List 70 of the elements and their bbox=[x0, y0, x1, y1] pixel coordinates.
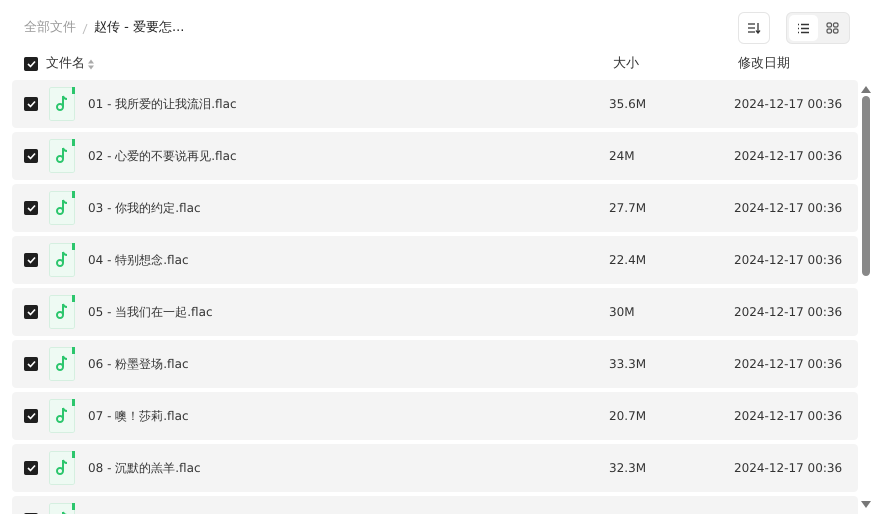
check-icon bbox=[26, 204, 36, 212]
column-header: 修改日期 bbox=[738, 55, 791, 74]
modified-date: 2024-12-17 00:36 bbox=[734, 356, 844, 373]
file-row[interactable]: 08 - 沉默的羔羊.flac 32.3M 2024-12-17 00:36 bbox=[12, 444, 858, 492]
checkbox[interactable] bbox=[24, 149, 38, 163]
modified-date: 2024-12-17 00:36 bbox=[734, 304, 844, 321]
list-view-button[interactable] bbox=[789, 15, 818, 41]
file-name: 02 - 心爱的不要说再见.flac bbox=[88, 148, 238, 165]
check-icon bbox=[26, 60, 36, 68]
audio-file-icon bbox=[49, 243, 75, 277]
checkbox[interactable] bbox=[24, 461, 38, 475]
file-name: 03 - 你我的约定.flac bbox=[88, 200, 202, 217]
file-name: 08 - 沉默的羔羊.flac bbox=[88, 460, 202, 477]
audio-file-icon bbox=[49, 347, 75, 381]
file-size: 35.6M bbox=[609, 96, 648, 113]
file-name: 05 - 当我们在一起.flac bbox=[88, 304, 214, 321]
modified-date: 2024-12-17 00:36 bbox=[734, 252, 844, 269]
file-row[interactable]: 01 - 我所爱的让我流泪.flac 35.6M 2024-12-17 00:36 bbox=[12, 80, 858, 128]
breadcrumb-current: 赵传 - 爱要怎... bbox=[94, 19, 184, 38]
modified-date: 2024-12-17 00:36 bbox=[734, 460, 844, 477]
checkbox[interactable] bbox=[24, 305, 38, 319]
file-size: 30M bbox=[609, 304, 636, 321]
file-size: 24M bbox=[609, 148, 636, 165]
file-name: 01 - 我所爱的让我流泪.flac bbox=[88, 96, 238, 113]
file-row[interactable]: 05 - 当我们在一起.flac 30M 2024-12-17 00:36 bbox=[12, 288, 858, 336]
checkbox[interactable] bbox=[24, 57, 38, 71]
file-row[interactable]: 02 - 心爱的不要说再见.flac 24M 2024-12-17 00:36 bbox=[12, 132, 858, 180]
list-icon bbox=[797, 22, 810, 34]
modified-date: 2024-12-17 00:36 bbox=[734, 148, 844, 165]
modified-date: 2024-12-17 00:36 bbox=[734, 408, 844, 425]
check-icon bbox=[26, 412, 36, 420]
audio-file-icon bbox=[49, 191, 75, 225]
checkbox[interactable] bbox=[24, 253, 38, 267]
file-size: 20.7M bbox=[609, 408, 648, 425]
check-icon bbox=[26, 100, 36, 108]
checkbox[interactable] bbox=[24, 357, 38, 371]
file-size: 27.7M bbox=[609, 200, 648, 217]
modified-date: 2024-12-17 00:36 bbox=[734, 96, 844, 113]
check-icon bbox=[26, 464, 36, 472]
sort-button[interactable] bbox=[738, 12, 770, 44]
column-header[interactable]: 文件名 bbox=[46, 54, 85, 74]
audio-file-icon bbox=[49, 399, 75, 433]
checkbox[interactable] bbox=[24, 201, 38, 215]
file-row[interactable]: 07 - 噢！莎莉.flac 20.7M 2024-12-17 00:36 bbox=[12, 392, 858, 440]
scroll-down-icon[interactable] bbox=[861, 501, 871, 508]
checkbox[interactable] bbox=[24, 97, 38, 111]
file-size: 33.3M bbox=[609, 356, 648, 373]
file-size: 22.4M bbox=[609, 252, 648, 269]
audio-file-icon bbox=[49, 139, 75, 173]
scroll-up-icon[interactable] bbox=[861, 86, 871, 93]
check-icon bbox=[26, 256, 36, 264]
file-size: 32.3M bbox=[609, 460, 648, 477]
file-name: 04 - 特别想念.flac bbox=[88, 252, 190, 269]
check-icon bbox=[26, 360, 36, 368]
sort-icon bbox=[747, 22, 761, 34]
file-row[interactable]: 04 - 特别想念.flac 22.4M 2024-12-17 00:36 bbox=[12, 236, 858, 284]
audio-file-icon bbox=[49, 87, 75, 121]
scrollbar-thumb[interactable] bbox=[862, 96, 870, 276]
audio-file-icon bbox=[49, 451, 75, 485]
file-name: 06 - 粉墨登场.flac bbox=[88, 356, 190, 373]
file-row[interactable]: 06 - 粉墨登场.flac 33.3M 2024-12-17 00:36 bbox=[12, 340, 858, 388]
file-row[interactable]: 03 - 你我的约定.flac 27.7M 2024-12-17 00:36 bbox=[12, 184, 858, 232]
check-icon bbox=[26, 308, 36, 316]
column-header: 大小 bbox=[613, 55, 640, 74]
checkbox[interactable] bbox=[24, 409, 38, 423]
audio-file-icon bbox=[49, 295, 75, 329]
modified-date: 2024-12-17 00:36 bbox=[734, 200, 844, 217]
check-icon bbox=[26, 152, 36, 160]
grid-icon bbox=[826, 22, 839, 34]
file-name: 07 - 噢！莎莉.flac bbox=[88, 408, 190, 425]
